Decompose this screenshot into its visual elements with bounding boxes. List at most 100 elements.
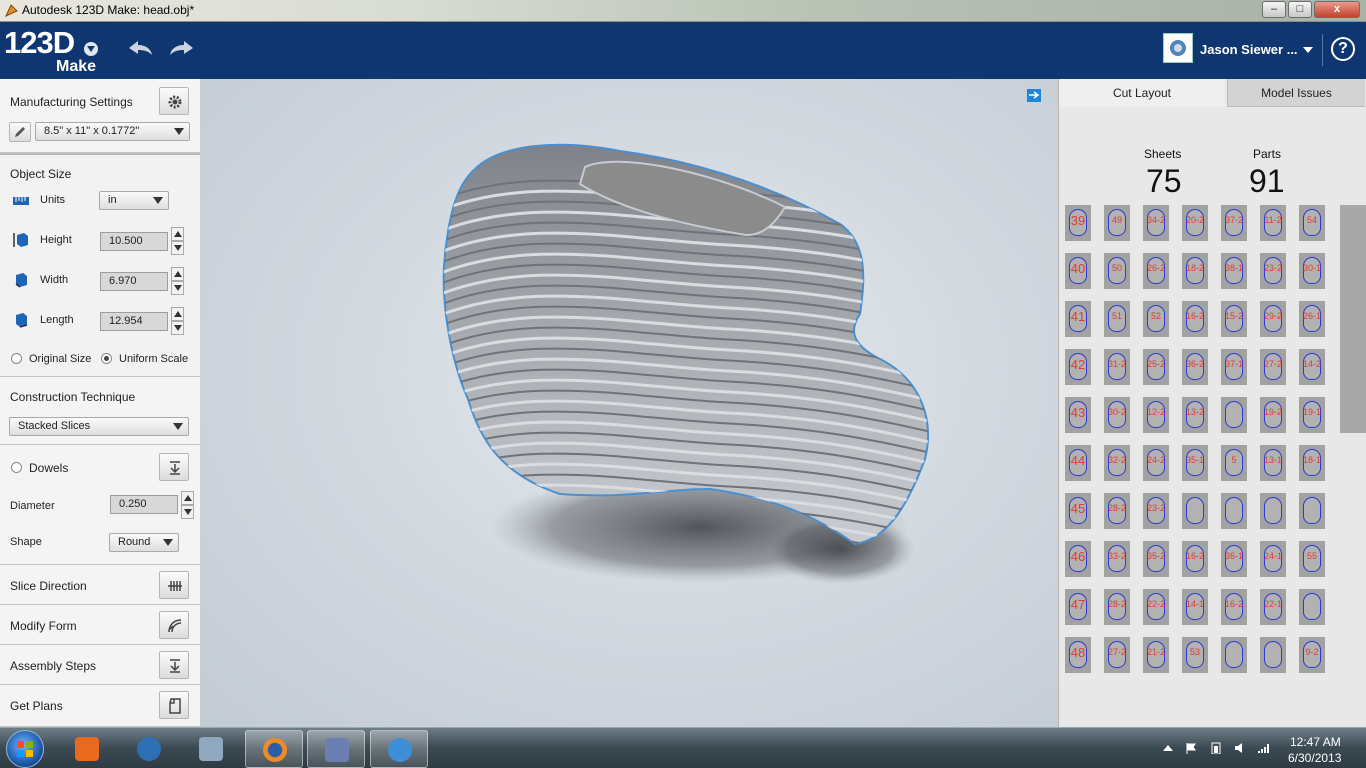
edit-sheet-button[interactable] [9, 122, 31, 142]
sheet-thumbnail[interactable]: 47 [1065, 589, 1091, 625]
sheet-thumbnail[interactable]: 18-1 [1299, 445, 1325, 481]
arrow-right-icon[interactable] [1027, 89, 1041, 102]
sheet-thumbnail[interactable]: 33-2 [1104, 541, 1130, 577]
sheet-size-dropdown[interactable]: 8.5" x 11" x 0.1772" [35, 122, 190, 141]
sheet-thumbnail[interactable]: 28-2 [1104, 493, 1130, 529]
sheet-thumbnail[interactable]: 13-2 [1182, 397, 1208, 433]
sheet-thumbnail[interactable]: 54 [1299, 205, 1325, 241]
sheet-thumbnail[interactable]: 9-2 [1299, 637, 1325, 673]
original-size-radio[interactable] [11, 353, 22, 364]
units-dropdown[interactable]: in [99, 191, 169, 210]
show-hidden-icons-icon[interactable] [1162, 742, 1174, 754]
sheet-thumbnail[interactable] [1299, 493, 1325, 529]
sheet-thumbnail[interactable]: 22-1 [1260, 589, 1286, 625]
sheet-thumbnail[interactable]: 40 [1065, 253, 1091, 289]
sheet-thumbnail[interactable]: 39 [1065, 205, 1091, 241]
sheet-thumbnail[interactable] [1260, 637, 1286, 673]
sheet-thumbnail[interactable]: 35-1 [1182, 445, 1208, 481]
sheet-thumbnail[interactable]: 23-2 [1143, 493, 1169, 529]
sheet-thumbnail[interactable]: 13-1 [1260, 445, 1286, 481]
sheet-thumbnail[interactable] [1299, 589, 1325, 625]
taskbar-media-player[interactable] [58, 730, 116, 768]
sheet-thumbnail[interactable]: 38-1 [1221, 253, 1247, 289]
slice-direction-button[interactable] [159, 571, 189, 599]
start-button[interactable] [6, 730, 44, 768]
sheet-thumbnail[interactable]: 14-2 [1299, 349, 1325, 385]
sheet-thumbnail[interactable]: 34-2 [1143, 205, 1169, 241]
sheet-thumbnail[interactable]: 30-2 [1104, 397, 1130, 433]
sheet-thumbnail[interactable]: 25-2 [1143, 349, 1169, 385]
sheet-thumbnail[interactable]: 44 [1065, 445, 1091, 481]
get-plans-button[interactable] [159, 691, 189, 719]
sheet-thumbnail[interactable]: 23-2 [1260, 253, 1286, 289]
sheet-thumbnail[interactable]: 16-2 [1221, 589, 1247, 625]
sheet-thumbnail[interactable]: 51 [1104, 301, 1130, 337]
sheet-thumbnail[interactable] [1221, 493, 1247, 529]
taskbar-firefox[interactable] [245, 730, 303, 768]
sheet-thumbnail[interactable]: 24-2 [1143, 445, 1169, 481]
sheet-thumbnail[interactable]: 24-1 [1260, 541, 1286, 577]
length-stepper[interactable] [171, 307, 184, 336]
slice-direction-section[interactable]: Slice Direction [0, 565, 200, 605]
modify-form-section[interactable]: Modify Form [0, 605, 200, 645]
sheet-thumbnail[interactable]: 11-2 [1260, 205, 1286, 241]
sheet-thumbnail[interactable]: 5 [1221, 445, 1247, 481]
user-name[interactable]: Jason Siewer ... [1200, 42, 1298, 57]
volume-icon[interactable] [1234, 742, 1246, 754]
uniform-scale-radio[interactable] [101, 353, 112, 364]
sheet-thumbnail[interactable]: 26-2 [1143, 253, 1169, 289]
sheet-thumbnail[interactable]: 12-2 [1143, 397, 1169, 433]
dowels-radio[interactable] [11, 462, 22, 473]
construction-technique-dropdown[interactable]: Stacked Slices [9, 417, 189, 436]
sheet-thumbnail[interactable]: 19-2 [1260, 397, 1286, 433]
sheet-thumbnail[interactable]: 28-2 [1104, 589, 1130, 625]
sheet-thumbnail[interactable]: 14-1 [1182, 589, 1208, 625]
height-input[interactable]: 10.500 [100, 232, 168, 251]
width-input[interactable]: 6.970 [100, 272, 168, 291]
sheet-thumbnail[interactable]: 50 [1104, 253, 1130, 289]
sheet-thumbnail[interactable]: 20-2 [1182, 205, 1208, 241]
diameter-input[interactable]: 0.250 [110, 495, 178, 514]
assembly-steps-section[interactable]: Assembly Steps [0, 645, 200, 685]
sheet-thumbnail[interactable]: 52 [1143, 301, 1169, 337]
sheet-thumbnail[interactable]: 37-2 [1221, 205, 1247, 241]
assembly-steps-button[interactable] [159, 651, 189, 679]
length-input[interactable]: 12.954 [100, 312, 168, 331]
network-icon[interactable] [1258, 742, 1270, 754]
sheet-thumbnail[interactable]: 30-1 [1299, 253, 1325, 289]
sheet-thumbnail[interactable] [1182, 493, 1208, 529]
height-stepper[interactable] [171, 227, 184, 256]
settings-button[interactable] [159, 87, 189, 115]
sheet-thumbnail[interactable]: 18-2 [1182, 253, 1208, 289]
sheet-thumbnail[interactable]: 35-2 [1143, 541, 1169, 577]
diameter-stepper[interactable] [181, 491, 194, 520]
dowels-expand-button[interactable] [159, 453, 189, 481]
sheet-thumbnail[interactable] [1260, 493, 1286, 529]
modify-form-button[interactable] [159, 611, 189, 639]
app-menu-button[interactable] [84, 42, 98, 56]
sheet-thumbnail[interactable]: 26-1 [1299, 301, 1325, 337]
shape-dropdown[interactable]: Round [109, 533, 179, 552]
sheet-thumbnail[interactable]: 36-1 [1221, 541, 1247, 577]
sheet-thumbnail[interactable]: 15-2 [1221, 301, 1247, 337]
3d-viewport[interactable] [200, 79, 1058, 727]
sheet-thumbnail[interactable]: 42 [1065, 349, 1091, 385]
close-button[interactable]: x [1314, 1, 1360, 18]
sheet-thumbnail[interactable]: 49 [1104, 205, 1130, 241]
sheet-thumbnail[interactable]: 31-2 [1104, 349, 1130, 385]
sheet-thumbnail[interactable]: 29-2 [1260, 301, 1286, 337]
sheet-thumbnail[interactable]: 22-2 [1143, 589, 1169, 625]
redo-icon[interactable] [168, 38, 196, 58]
help-button[interactable]: ? [1331, 37, 1355, 61]
sheet-thumbnail[interactable]: 46 [1065, 541, 1091, 577]
sheet-thumbnail[interactable]: 19-1 [1299, 397, 1325, 433]
sheet-thumbnail[interactable]: 55 [1299, 541, 1325, 577]
sheet-thumbnail[interactable]: 16-2 [1182, 301, 1208, 337]
undo-icon[interactable] [126, 38, 154, 58]
sheet-thumbnail[interactable]: 21-2 [1143, 637, 1169, 673]
flag-icon[interactable] [1185, 742, 1197, 754]
sheet-thumbnail[interactable] [1221, 397, 1247, 433]
sheet-thumbnail[interactable]: 43 [1065, 397, 1091, 433]
clock-date[interactable]: 6/30/2013 [1288, 751, 1341, 765]
sheet-thumbnail[interactable]: 53 [1182, 637, 1208, 673]
